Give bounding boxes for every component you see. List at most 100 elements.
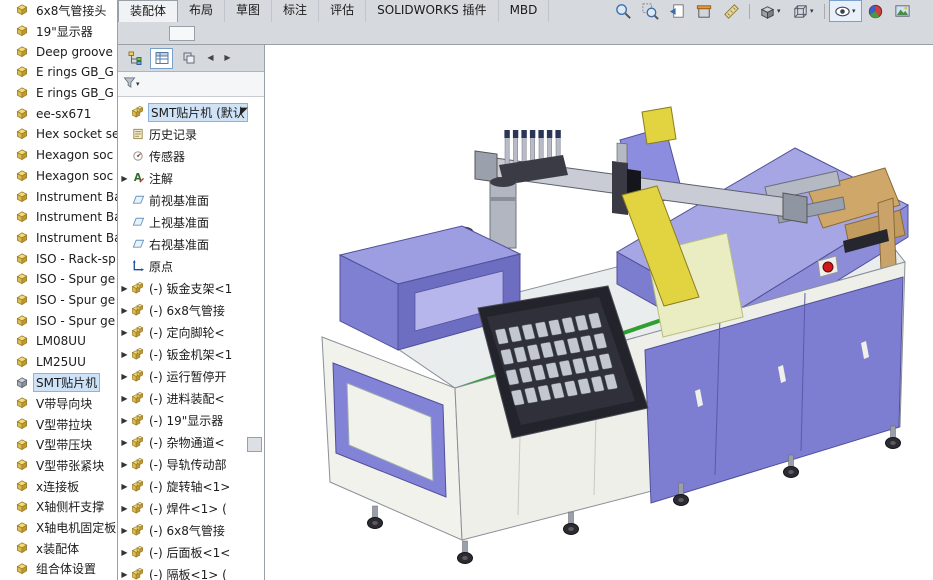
expand-arrow-icon[interactable]: ▶	[118, 438, 131, 447]
tree-item[interactable]: ▶(-) 焊件<1> (	[118, 497, 264, 519]
component-list-item[interactable]: ee-sx671	[0, 103, 117, 124]
expand-arrow-icon[interactable]: ▶	[118, 482, 131, 491]
component-list-item[interactable]: 6x8气管接头	[0, 0, 117, 21]
component-list-item[interactable]: V带导向块	[0, 393, 117, 414]
dropdown-arrow-icon[interactable]: ▾	[777, 7, 785, 15]
expand-arrow-icon[interactable]: ▶	[118, 416, 131, 425]
propertymanager-tab[interactable]	[150, 48, 173, 69]
part-icon	[15, 190, 30, 204]
measure-button[interactable]	[718, 0, 745, 22]
tree-item[interactable]: ▶(-) 6x8气管接	[118, 519, 264, 541]
component-list-item[interactable]: X轴侧杆支撑	[0, 497, 117, 518]
ribbon-tab[interactable]: 评估	[319, 0, 366, 22]
component-list-item[interactable]: ISO - Spur ge	[0, 290, 117, 311]
tree-item[interactable]: 右视基准面	[118, 233, 264, 255]
expand-arrow-icon[interactable]: ▶	[118, 350, 131, 359]
configurationmanager-tab[interactable]	[177, 48, 200, 69]
ribbon-pin-box[interactable]	[169, 26, 195, 41]
graphics-viewport[interactable]	[265, 45, 933, 580]
tree-item[interactable]: ▶(-) 旋转轴<1>	[118, 475, 264, 497]
tree-item[interactable]: ▶(-) 后面板<1<	[118, 541, 264, 563]
expand-arrow-icon[interactable]: ▶	[118, 372, 131, 381]
tree-item[interactable]: 上视基准面	[118, 211, 264, 233]
component-list-item[interactable]: ISO - Spur ge	[0, 269, 117, 290]
expand-arrow-icon[interactable]: ▶	[118, 394, 131, 403]
filter-dropdown-arrow[interactable]: ▾	[136, 80, 144, 88]
edit-appearance-button[interactable]	[862, 0, 889, 22]
component-list-item[interactable]: Instrument Ba	[0, 228, 117, 249]
component-list-item[interactable]: 组合体设置	[0, 559, 117, 580]
collapse-pane-arrow[interactable]: ◤	[240, 107, 248, 117]
component-list-item[interactable]: x连接板	[0, 476, 117, 497]
component-list-item[interactable]: ISO - Rack-sp	[0, 248, 117, 269]
panel-tab-strip: ◀▶	[118, 45, 264, 72]
tree-filter-bar[interactable]: ▾	[118, 72, 264, 97]
tree-item[interactable]: ▶(-) 定向脚轮<	[118, 321, 264, 343]
component-list-item[interactable]: SMT贴片机	[0, 372, 117, 393]
tab-scroll-left-arrow[interactable]: ◀	[204, 50, 217, 66]
tree-item[interactable]: ▶(-) 隔板<1> (	[118, 563, 264, 580]
tree-item[interactable]: ▶(-) 运行暂停开	[118, 365, 264, 387]
tree-item[interactable]: 原点	[118, 255, 264, 277]
panel-scroll-box[interactable]	[247, 437, 262, 452]
expand-arrow-icon[interactable]: ▶	[118, 284, 131, 293]
component-list-item[interactable]: Hex socket se	[0, 124, 117, 145]
component-list-item[interactable]: ISO - Spur ge	[0, 310, 117, 331]
ribbon-tab[interactable]: SOLIDWORKS 插件	[366, 0, 498, 22]
tree-item[interactable]: ▶(-) 19"显示器	[118, 409, 264, 431]
ribbon-tab[interactable]: 草图	[225, 0, 272, 22]
component-list-item[interactable]: V型带压块	[0, 434, 117, 455]
component-list-item[interactable]: LM25UU	[0, 352, 117, 373]
zoom-to-fit-button[interactable]	[610, 0, 637, 22]
tree-item[interactable]: 传感器	[118, 145, 264, 167]
tree-item[interactable]: ▶(-) 导轨传动部	[118, 453, 264, 475]
expand-arrow-icon[interactable]: ▶	[118, 570, 131, 579]
component-list-item[interactable]: V型带拉块	[0, 414, 117, 435]
tree-item[interactable]: ▶(-) 6x8气管接	[118, 299, 264, 321]
section-view-button[interactable]	[691, 0, 718, 22]
view-orientation-button[interactable]: ▾	[754, 0, 787, 22]
expand-arrow-icon[interactable]: ▶	[118, 526, 131, 535]
filter-funnel-icon[interactable]	[123, 76, 136, 92]
ribbon-tab[interactable]: 布局	[178, 0, 225, 22]
tree-item[interactable]: 前视基准面	[118, 189, 264, 211]
expand-arrow-icon[interactable]: ▶	[118, 306, 131, 315]
tree-item[interactable]: ▶(-) 杂物通道<	[118, 431, 264, 453]
dropdown-arrow-icon[interactable]: ▾	[810, 7, 818, 15]
expand-arrow-icon[interactable]: ▶	[118, 548, 131, 557]
ribbon-tab[interactable]: 标注	[272, 0, 319, 22]
ribbon-tab[interactable]: MBD	[499, 0, 550, 22]
tab-scroll-right-arrow[interactable]: ▶	[221, 50, 234, 66]
expand-arrow-icon[interactable]: ▶	[118, 460, 131, 469]
component-list-item[interactable]: X轴电机固定板	[0, 517, 117, 538]
hide-show-items-button[interactable]: ▾	[829, 0, 862, 22]
expand-arrow-icon[interactable]: ▶	[118, 328, 131, 337]
component-list-item[interactable]: Instrument Ba	[0, 207, 117, 228]
component-list-item[interactable]: E rings GB_G	[0, 83, 117, 104]
tree-item[interactable]: ▶(-) 钣金机架<1	[118, 343, 264, 365]
expand-arrow-icon[interactable]: ▶	[118, 174, 131, 183]
component-list-item[interactable]: 19"显示器	[0, 21, 117, 42]
featuremanager-tab[interactable]	[123, 48, 146, 69]
component-list-item[interactable]: V型带张紧块	[0, 455, 117, 476]
component-list-item[interactable]: Deep groove	[0, 41, 117, 62]
expand-arrow-icon[interactable]: ▶	[118, 504, 131, 513]
component-list-item[interactable]: E rings GB_G	[0, 62, 117, 83]
tree-item[interactable]: ▶(-) 钣金支架<1	[118, 277, 264, 299]
tree-item[interactable]: 历史记录	[118, 123, 264, 145]
zoom-to-area-button[interactable]	[637, 0, 664, 22]
component-list-item[interactable]: Hexagon soc	[0, 166, 117, 187]
component-list-item[interactable]: Hexagon soc	[0, 145, 117, 166]
previous-view-button[interactable]	[664, 0, 691, 22]
dropdown-arrow-icon[interactable]: ▾	[852, 7, 860, 15]
component-list-item[interactable]: x装配体	[0, 538, 117, 559]
tree-item[interactable]: ▶ (-) 进料装配<	[118, 387, 264, 409]
component-list-item[interactable]: Instrument Ba	[0, 186, 117, 207]
apply-scene-button[interactable]	[889, 0, 916, 22]
ribbon-tab[interactable]: 装配体	[118, 0, 178, 22]
machine-3d-model[interactable]	[265, 45, 933, 580]
tree-item-label: (-) 进料装配<	[149, 390, 225, 407]
display-style-button[interactable]: ▾	[787, 0, 820, 22]
tree-item[interactable]: ▶A注解	[118, 167, 264, 189]
component-list-item[interactable]: LM08UU	[0, 331, 117, 352]
